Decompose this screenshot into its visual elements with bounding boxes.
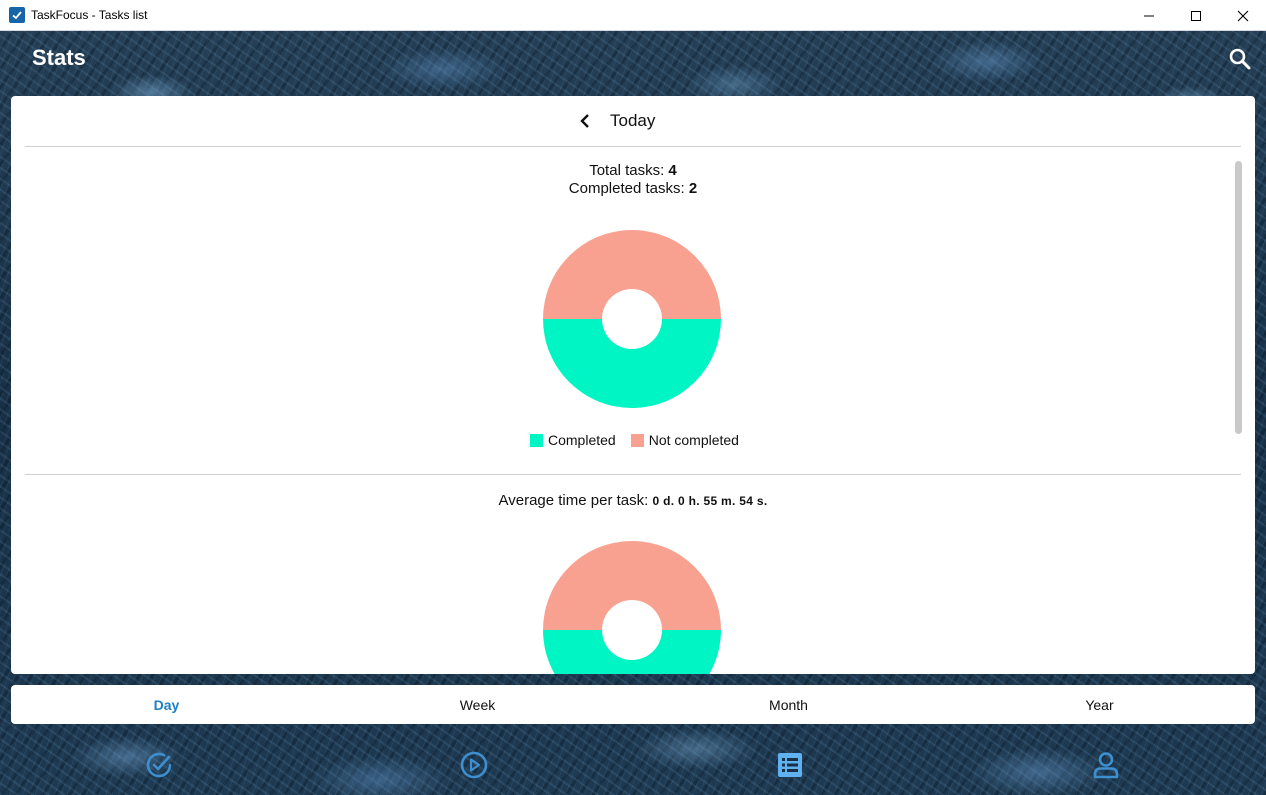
nav-tasks-button[interactable] [141,747,177,783]
play-circle-icon [460,751,488,779]
completed-tasks-label: Completed tasks: [568,180,689,197]
time-donut-chart [543,541,721,674]
donut-slice-completed [543,319,721,408]
average-time: Average time per task: 0 d. 0 h. 55 m. 5… [11,492,1255,509]
tab-week[interactable]: Week [322,685,633,724]
chevron-left-icon [580,114,589,128]
divider [25,146,1241,147]
legend-swatch-not-completed [630,433,644,447]
check-circle-icon [146,752,172,778]
total-tasks: Total tasks: 4 [11,162,1255,179]
divider [25,474,1241,475]
minimize-button[interactable] [1125,0,1172,31]
donut-slice-not-completed [543,541,721,630]
completed-tasks: Completed tasks: 2 [11,180,1255,197]
nav-stats-button[interactable] [772,747,808,783]
tab-month[interactable]: Month [633,685,944,724]
period-header: Today [11,96,1255,146]
period-label: Today [610,111,656,130]
total-tasks-value: 4 [668,162,677,179]
person-icon [1093,752,1119,779]
donut-slice-completed [543,630,721,674]
close-icon [1237,10,1248,21]
nav-focus-button[interactable] [456,747,492,783]
page-title: Stats [32,45,86,70]
search-icon [1229,48,1251,70]
search-button[interactable] [1228,47,1252,71]
tasks-donut-chart [543,230,721,408]
total-tasks-label: Total tasks: [589,162,669,179]
period-tabs: Day Week Month Year [11,685,1255,724]
window-title: TaskFocus - Tasks list [31,8,148,22]
close-button[interactable] [1219,0,1266,31]
chart-legend: Completed Not completed [530,432,754,448]
legend-swatch-completed [530,433,543,447]
bottom-navigation [0,741,1266,791]
maximize-icon [1190,10,1201,21]
average-time-value: 0 d. 0 h. 55 m. 54 s. [652,494,768,508]
completed-tasks-value: 2 [688,180,698,197]
stats-card: Today Total tasks: 4 Completed tasks: 2 … [11,96,1255,674]
list-icon [778,753,802,777]
minimize-icon [1143,15,1154,16]
legend-item-not-completed: Not completed [630,432,739,448]
tab-day[interactable]: Day [11,685,322,724]
scrollbar[interactable] [1235,161,1242,434]
app-area: Stats Today Total tasks: 4 Completed tas… [0,31,1266,795]
maximize-button[interactable] [1172,0,1219,31]
legend-label-completed: Completed [548,432,616,448]
donut-slice-not-completed [543,230,721,319]
legend-label-not-completed: Not completed [648,432,739,448]
average-time-label: Average time per task: [498,492,653,509]
window-titlebar: TaskFocus - Tasks list [0,0,1266,31]
legend-item-completed: Completed [530,432,616,448]
nav-profile-button[interactable] [1088,747,1124,783]
previous-period-button[interactable] [575,110,595,132]
tab-year[interactable]: Year [944,685,1255,724]
app-checkbox-icon [9,7,25,23]
